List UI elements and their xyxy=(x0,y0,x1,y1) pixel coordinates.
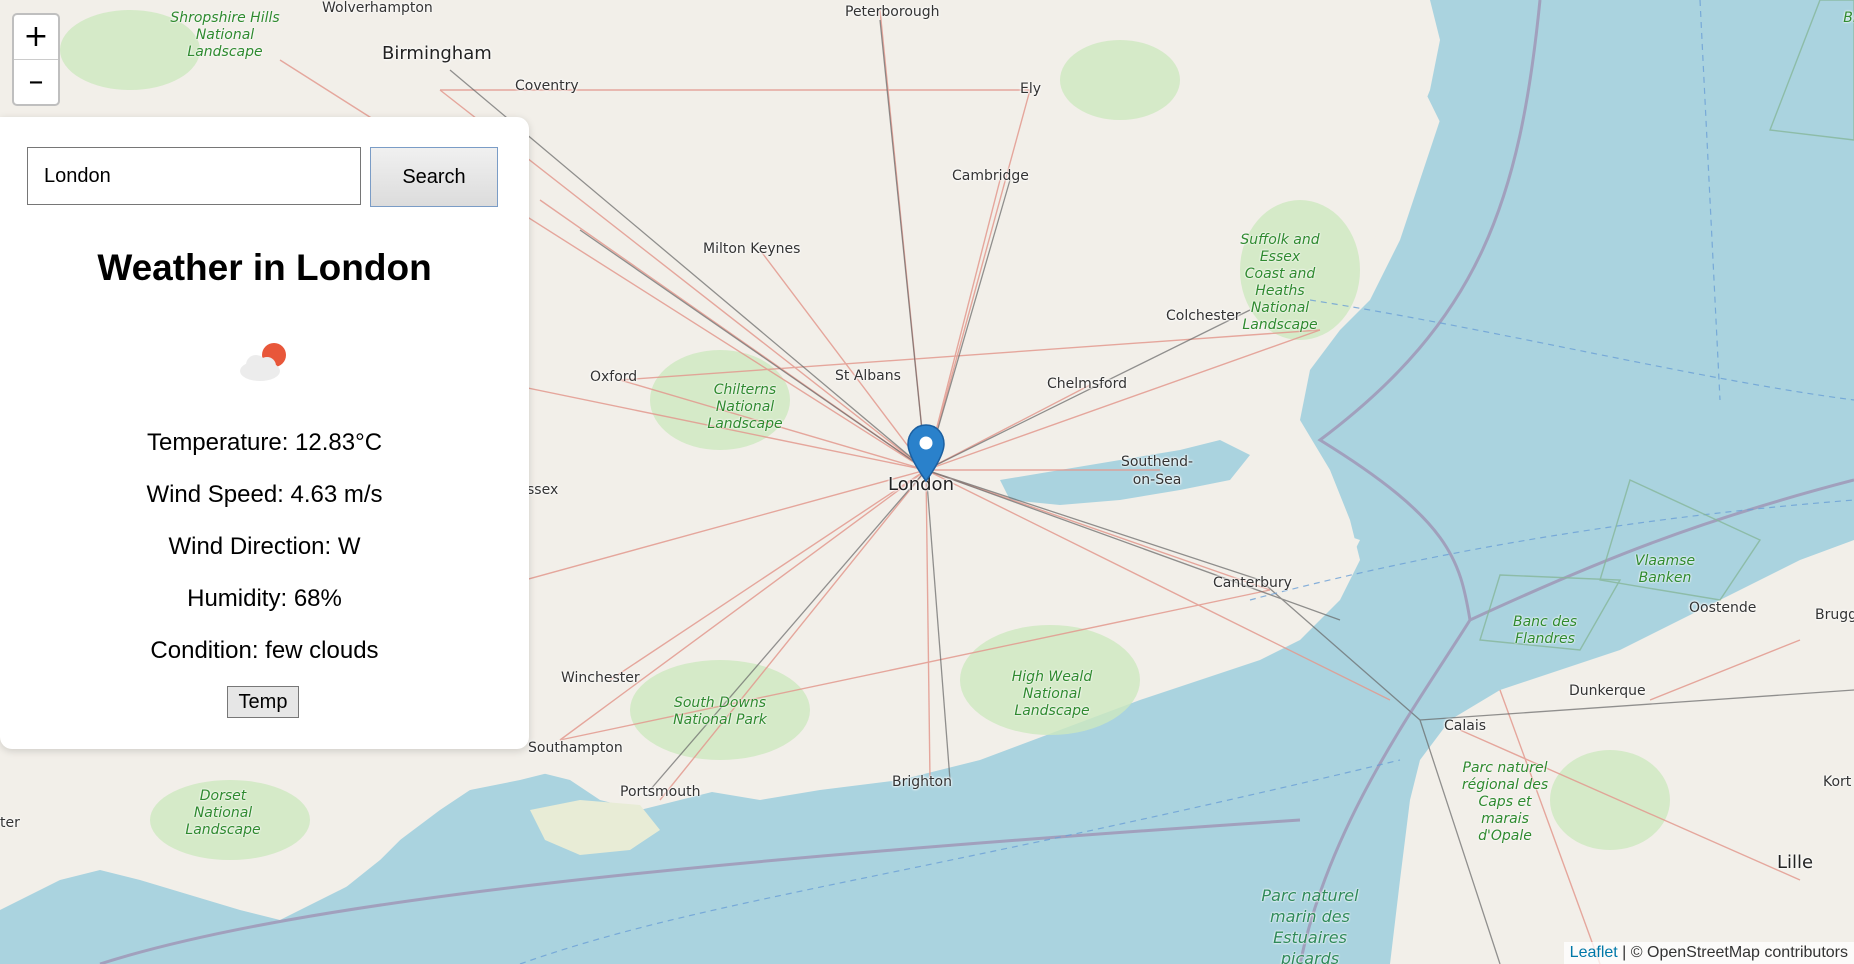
park-label: Shropshire Hills National Landscape xyxy=(170,10,280,60)
place-label: Oostende xyxy=(1689,600,1757,616)
place-label: Kort xyxy=(1823,774,1852,790)
place-label: Brighton xyxy=(892,774,952,790)
humidity-text: Humidity: 68% xyxy=(187,585,342,612)
park-label: Dorset National Landscape xyxy=(185,788,261,838)
place-label: Southend-on-Sea xyxy=(1120,454,1194,488)
place-label: Portsmouth xyxy=(620,784,701,800)
park-label: Parc naturel marin des Estuaires picards xyxy=(1261,886,1359,964)
park-label: Chilterns National Landscape xyxy=(707,382,783,432)
place-label: Winchester xyxy=(561,670,640,686)
place-label: Lille xyxy=(1777,852,1814,873)
place-label: Chelmsford xyxy=(1047,376,1127,392)
few-clouds-icon xyxy=(240,343,286,381)
park-label: Parc naturel régional des Caps et marais… xyxy=(1461,760,1549,844)
place-label: Canterbury xyxy=(1213,575,1292,591)
place-label: Dunkerque xyxy=(1569,683,1646,699)
place-label: Wolverhampton xyxy=(322,0,433,16)
map-attribution: Leaflet | © OpenStreetMap contributors xyxy=(1563,942,1854,964)
weather-panel: Search Weather in London Temperature: 12… xyxy=(0,117,529,749)
place-label: Peterborough xyxy=(845,4,940,20)
zoom-out-button[interactable]: – xyxy=(14,59,58,104)
park-label: Bi xyxy=(1843,10,1854,26)
osm-credit: © OpenStreetMap contributors xyxy=(1630,944,1848,961)
park-label: High Weald National Landscape xyxy=(1011,669,1093,719)
park-label: South Downs National Park xyxy=(673,695,767,728)
zoom-control: + – xyxy=(12,13,60,106)
place-label: Colchester xyxy=(1166,308,1241,324)
place-label: ter xyxy=(0,815,20,831)
leaflet-link[interactable]: Leaflet xyxy=(1570,944,1618,961)
wind-speed-text: Wind Speed: 4.63 m/s xyxy=(146,481,383,508)
zoom-in-button[interactable]: + xyxy=(14,15,58,59)
place-label: Birmingham xyxy=(382,43,492,64)
park-label: Vlaamse Banken xyxy=(1634,553,1696,586)
park-label: Banc des Flandres xyxy=(1513,614,1577,647)
place-label: Coventry xyxy=(515,78,579,94)
search-button[interactable]: Search xyxy=(370,147,498,207)
place-label: Milton Keynes xyxy=(703,241,801,257)
place-label: ssex xyxy=(527,482,559,498)
place-label: St Albans xyxy=(835,368,901,384)
temperature-text: Temperature: 12.83°C xyxy=(146,429,383,456)
place-label: Brugge xyxy=(1815,607,1854,623)
park-label: Suffolk and Essex Coast and Heaths Natio… xyxy=(1240,232,1320,333)
attribution-separator: | xyxy=(1617,944,1631,961)
place-label: Cambridge xyxy=(952,168,1029,184)
weather-title: Weather in London xyxy=(97,247,432,288)
place-label: Southampton xyxy=(528,740,623,756)
place-label: Calais xyxy=(1444,718,1487,734)
condition-text: Condition: few clouds xyxy=(150,637,379,664)
map-marker-icon[interactable] xyxy=(906,423,946,483)
place-label: Oxford xyxy=(590,369,638,385)
city-search-input[interactable] xyxy=(27,147,361,205)
temp-button[interactable]: Temp xyxy=(227,686,299,718)
wind-direction-text: Wind Direction: W xyxy=(168,533,361,560)
place-label: Ely xyxy=(1020,81,1042,97)
